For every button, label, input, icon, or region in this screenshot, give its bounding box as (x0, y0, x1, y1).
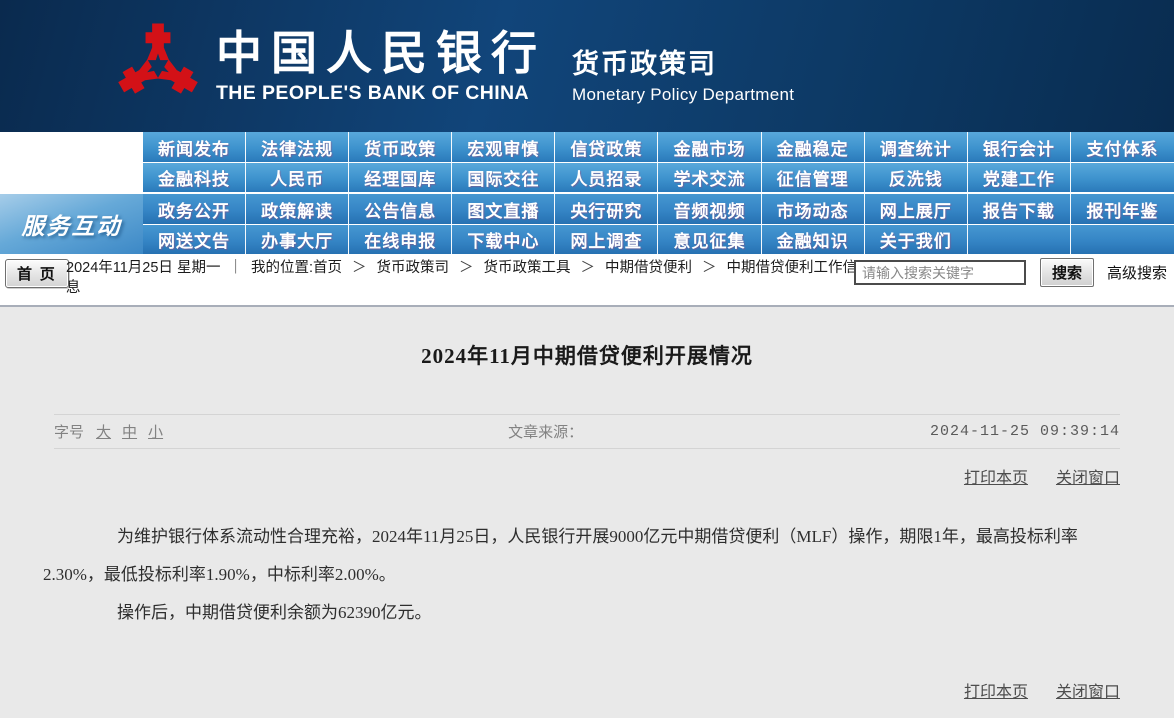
breadcrumb-link[interactable]: 货币政策工具 (484, 260, 571, 276)
nav-item[interactable]: 在线申报 (349, 225, 452, 254)
nav-item[interactable]: 办事大厅 (246, 225, 349, 254)
nav-item[interactable]: 反洗钱 (865, 163, 968, 192)
article-body: 为维护银行体系流动性合理充裕，2024年11月25日，人民银行开展9000亿元中… (43, 518, 1104, 632)
publish-datetime: 2024-11-25 09:39:14 (930, 423, 1120, 440)
search-input[interactable] (854, 260, 1026, 285)
nav-item[interactable]: 国际交往 (452, 163, 555, 192)
nav-item[interactable]: 银行会计 (968, 132, 1071, 162)
nav-row-1: 新闻发布法律法规货币政策宏观审慎信贷政策金融市场金融稳定调查统计银行会计支付体系 (143, 132, 1174, 162)
article-paragraph: 为维护银行体系流动性合理充裕，2024年11月25日，人民银行开展9000亿元中… (43, 518, 1104, 594)
breadcrumb-link[interactable]: 中期借贷便利 (605, 260, 692, 276)
nav-item[interactable]: 货币政策 (349, 132, 452, 162)
print-page-link[interactable]: 打印本页 (964, 684, 1028, 701)
nav-item[interactable] (1071, 163, 1174, 192)
font-size-option[interactable]: 大 (96, 421, 111, 442)
current-date: 2024年11月25日 星期一 (66, 260, 220, 276)
nav-item[interactable]: 市场动态 (762, 194, 865, 224)
nav-item[interactable]: 下载中心 (452, 225, 555, 254)
breadcrumb-arrow: ＞ (352, 260, 367, 276)
department-title-block: 货币政策司 Monetary Policy Department (572, 28, 794, 105)
breadcrumb-arrow: ＞ (702, 260, 717, 276)
breadcrumb-arrow: ＞ (581, 260, 596, 276)
nav-item[interactable]: 网上调查 (555, 225, 658, 254)
search-button[interactable]: 搜索 (1040, 258, 1094, 287)
source-label: 文章来源： (508, 421, 583, 442)
nav-item[interactable]: 征信管理 (762, 163, 865, 192)
nav-item[interactable]: 人员招录 (555, 163, 658, 192)
article-actions-top: 打印本页 关闭窗口 (0, 464, 1120, 488)
nav-item[interactable]: 网送文告 (143, 225, 246, 254)
article-panel: 2024年11月中期借贷便利开展情况 字号 大中小 文章来源： 2024-11-… (0, 307, 1174, 718)
article-meta-row: 字号 大中小 文章来源： 2024-11-25 09:39:14 (54, 414, 1120, 449)
article-actions-bottom: 打印本页 关闭窗口 (0, 678, 1120, 702)
nav-item[interactable]: 网上展厅 (865, 194, 968, 224)
pboc-logo-icon (112, 16, 204, 116)
nav-item[interactable]: 调查统计 (865, 132, 968, 162)
nav-item[interactable]: 信贷政策 (555, 132, 658, 162)
nav-item[interactable]: 公告信息 (349, 194, 452, 224)
service-interaction-label[interactable]: 服务互动 (0, 194, 143, 254)
nav-item[interactable]: 宏观审慎 (452, 132, 555, 162)
breadcrumb-arrow: ＞ (459, 260, 474, 276)
bank-title-block: 中国人民银行 THE PEOPLE'S BANK OF CHINA (216, 28, 546, 105)
nav-item[interactable]: 政务公开 (143, 194, 246, 224)
main-nav-upper: 新闻发布法律法规货币政策宏观审慎信贷政策金融市场金融稳定调查统计银行会计支付体系… (0, 132, 1174, 194)
main-nav-lower: 服务互动 政务公开政策解读公告信息图文直播央行研究音频视频市场动态网上展厅报告下… (0, 194, 1174, 254)
nav-item[interactable]: 法律法规 (246, 132, 349, 162)
nav-row-2: 金融科技人民币经理国库国际交往人员招录学术交流征信管理反洗钱党建工作 (143, 162, 1174, 192)
breadcrumb-link[interactable]: 首页 (313, 260, 342, 276)
bank-name-cn: 中国人民银行 (216, 28, 546, 80)
nav-item[interactable]: 报刊年鉴 (1071, 194, 1174, 224)
close-window-link[interactable]: 关闭窗口 (1056, 470, 1120, 487)
page-title: 2024年11月中期借贷便利开展情况 (0, 340, 1174, 370)
nav-item[interactable]: 金融知识 (762, 225, 865, 254)
nav-item[interactable]: 党建工作 (968, 163, 1071, 192)
department-name-en: Monetary Policy Department (572, 85, 794, 105)
nav-row-3: 政务公开政策解读公告信息图文直播央行研究音频视频市场动态网上展厅报告下载报刊年鉴 (143, 194, 1174, 224)
nav-item[interactable]: 支付体系 (1071, 132, 1174, 162)
nav-left-spacer (0, 132, 143, 192)
home-button[interactable]: 首 页 (5, 259, 69, 288)
nav-item[interactable]: 学术交流 (658, 163, 761, 192)
font-size-label: 字号 (54, 421, 84, 442)
advanced-search-link[interactable]: 高级搜索 (1107, 262, 1167, 283)
breadcrumb-divider: ｜ (228, 260, 243, 276)
nav-item[interactable]: 金融市场 (658, 132, 761, 162)
nav-item[interactable] (1071, 225, 1174, 254)
close-window-link[interactable]: 关闭窗口 (1056, 684, 1120, 701)
breadcrumb-bar: 首 页 2024年11月25日 星期一 ｜ 我的位置:首页 ＞ 货币政策司 ＞ 货币政策工具… (0, 254, 1174, 307)
nav-row-4: 网送文告办事大厅在线申报下载中心网上调查意见征集金融知识关于我们 (143, 224, 1174, 254)
nav-item[interactable]: 人民币 (246, 163, 349, 192)
location-label: 我的位置: (251, 260, 313, 276)
nav-item[interactable]: 音频视频 (658, 194, 761, 224)
nav-item[interactable]: 关于我们 (865, 225, 968, 254)
nav-item[interactable]: 经理国库 (349, 163, 452, 192)
site-header: 中国人民银行 THE PEOPLE'S BANK OF CHINA 货币政策司 … (0, 0, 1174, 132)
nav-item[interactable]: 图文直播 (452, 194, 555, 224)
nav-item[interactable]: 政策解读 (246, 194, 349, 224)
nav-item[interactable] (968, 225, 1071, 254)
font-size-option[interactable]: 小 (148, 421, 163, 442)
article-paragraph: 操作后，中期借贷便利余额为62390亿元。 (43, 594, 1104, 632)
nav-item[interactable]: 金融科技 (143, 163, 246, 192)
nav-item[interactable]: 报告下载 (968, 194, 1071, 224)
department-name-cn: 货币政策司 (572, 42, 794, 81)
nav-item[interactable]: 金融稳定 (762, 132, 865, 162)
breadcrumb-link[interactable]: 货币政策司 (377, 260, 450, 276)
font-size-option[interactable]: 中 (122, 421, 137, 442)
breadcrumb: 2024年11月25日 星期一 ｜ 我的位置:首页 ＞ 货币政策司 ＞ 货币政策工具 ＞ 中期借… (66, 258, 866, 298)
print-page-link[interactable]: 打印本页 (964, 470, 1028, 487)
nav-item[interactable]: 央行研究 (555, 194, 658, 224)
bank-name-en: THE PEOPLE'S BANK OF CHINA (216, 82, 546, 105)
search-area: 搜索 高级搜索 (854, 258, 1167, 287)
nav-item[interactable]: 意见征集 (658, 225, 761, 254)
nav-item[interactable]: 新闻发布 (143, 132, 246, 162)
